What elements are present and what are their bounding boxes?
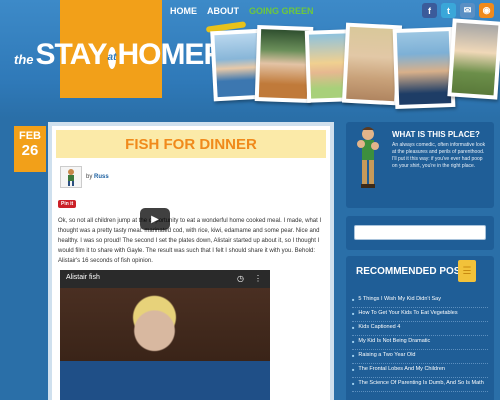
pin-it-button[interactable]: Pin it	[58, 200, 77, 208]
recommended-post-item[interactable]: How To Get Your Kids To Eat Vegetables	[352, 308, 488, 322]
author-figure-icon	[68, 169, 74, 186]
blog-post: FISH FOR DINNER by Russ Pin it Ok, so no…	[48, 122, 334, 400]
video-player[interactable]: Alistair fish ◷ ⋮	[60, 270, 270, 400]
recommended-post-item[interactable]: Raising a Two Year Old	[352, 350, 488, 364]
search-input[interactable]	[354, 225, 486, 240]
nav-going-green[interactable]: GOING GREEN	[249, 6, 314, 16]
search-widget	[346, 216, 494, 250]
about-widget: WHAT IS THIS PLACE? An always comedic, o…	[346, 122, 494, 208]
recommended-post-item[interactable]: Kids Captioned 4	[352, 322, 488, 336]
site-header: the STAY at HOMER HOME ABOUT GOING GREEN…	[0, 0, 500, 118]
more-options-icon[interactable]: ⋮	[254, 274, 262, 283]
author-link[interactable]: Russ	[94, 174, 109, 180]
logo-stay: STAY	[35, 38, 108, 71]
byline: by Russ	[86, 174, 109, 180]
family-figure-icon	[357, 127, 379, 188]
facebook-icon[interactable]: f	[422, 3, 437, 18]
author-row: by Russ	[60, 166, 109, 188]
social-links: f t ✉ ◉	[422, 3, 494, 18]
author-avatar[interactable]	[60, 166, 82, 188]
header-photo-kid	[447, 18, 500, 100]
post-date-day: 26	[21, 142, 39, 159]
rss-icon[interactable]: ◉	[479, 3, 494, 18]
byline-prefix: by	[86, 174, 93, 180]
watch-later-icon[interactable]: ◷	[237, 274, 244, 283]
post-title-bar: FISH FOR DINNER	[56, 130, 326, 158]
post-date-month: FEB	[19, 130, 41, 142]
recommended-post-item[interactable]: The Science Of Parenting Is Dumb, And So…	[352, 378, 488, 392]
logo-homer: HOMER	[117, 38, 225, 71]
header-photo-family	[392, 26, 456, 110]
about-widget-title: WHAT IS THIS PLACE?	[392, 130, 480, 139]
recommended-post-item[interactable]: My Kid Is Not Being Dramatic	[352, 336, 488, 350]
site-logo[interactable]: the STAY at HOMER	[14, 38, 225, 78]
play-button[interactable]: ▶	[140, 208, 170, 230]
notepad-icon: ☰	[458, 260, 476, 282]
logo-at: at	[107, 46, 117, 69]
video-thumbnail	[60, 288, 270, 400]
about-widget-description: An always comedic, often informative loo…	[392, 142, 486, 169]
main-nav: HOME ABOUT GOING GREEN	[170, 6, 314, 16]
recommended-post-item[interactable]: The Frontal Lobes And My Children	[352, 364, 488, 378]
post-body: Ok, so not all children jump at the oppo…	[58, 218, 322, 264]
recommended-posts-title: RECOMMENDED POSTS	[356, 266, 474, 277]
post-date-badge: FEB 26	[14, 126, 46, 172]
nav-home[interactable]: HOME	[170, 6, 197, 16]
email-icon[interactable]: ✉	[460, 3, 475, 18]
recommended-posts-list: 5 Things I Wish My Kid Didn't Say How To…	[352, 294, 488, 392]
play-icon: ▶	[151, 213, 159, 225]
recommended-posts-widget: RECOMMENDED POSTS ☰ 5 Things I Wish My K…	[346, 256, 494, 400]
recommended-post-item[interactable]: 5 Things I Wish My Kid Didn't Say	[352, 294, 488, 308]
post-title[interactable]: FISH FOR DINNER	[125, 136, 257, 153]
twitter-icon[interactable]: t	[441, 3, 456, 18]
logo-the: the	[14, 52, 34, 67]
nav-about[interactable]: ABOUT	[207, 6, 239, 16]
video-controls: ◷ ⋮	[237, 274, 262, 283]
video-title[interactable]: Alistair fish	[66, 274, 100, 281]
